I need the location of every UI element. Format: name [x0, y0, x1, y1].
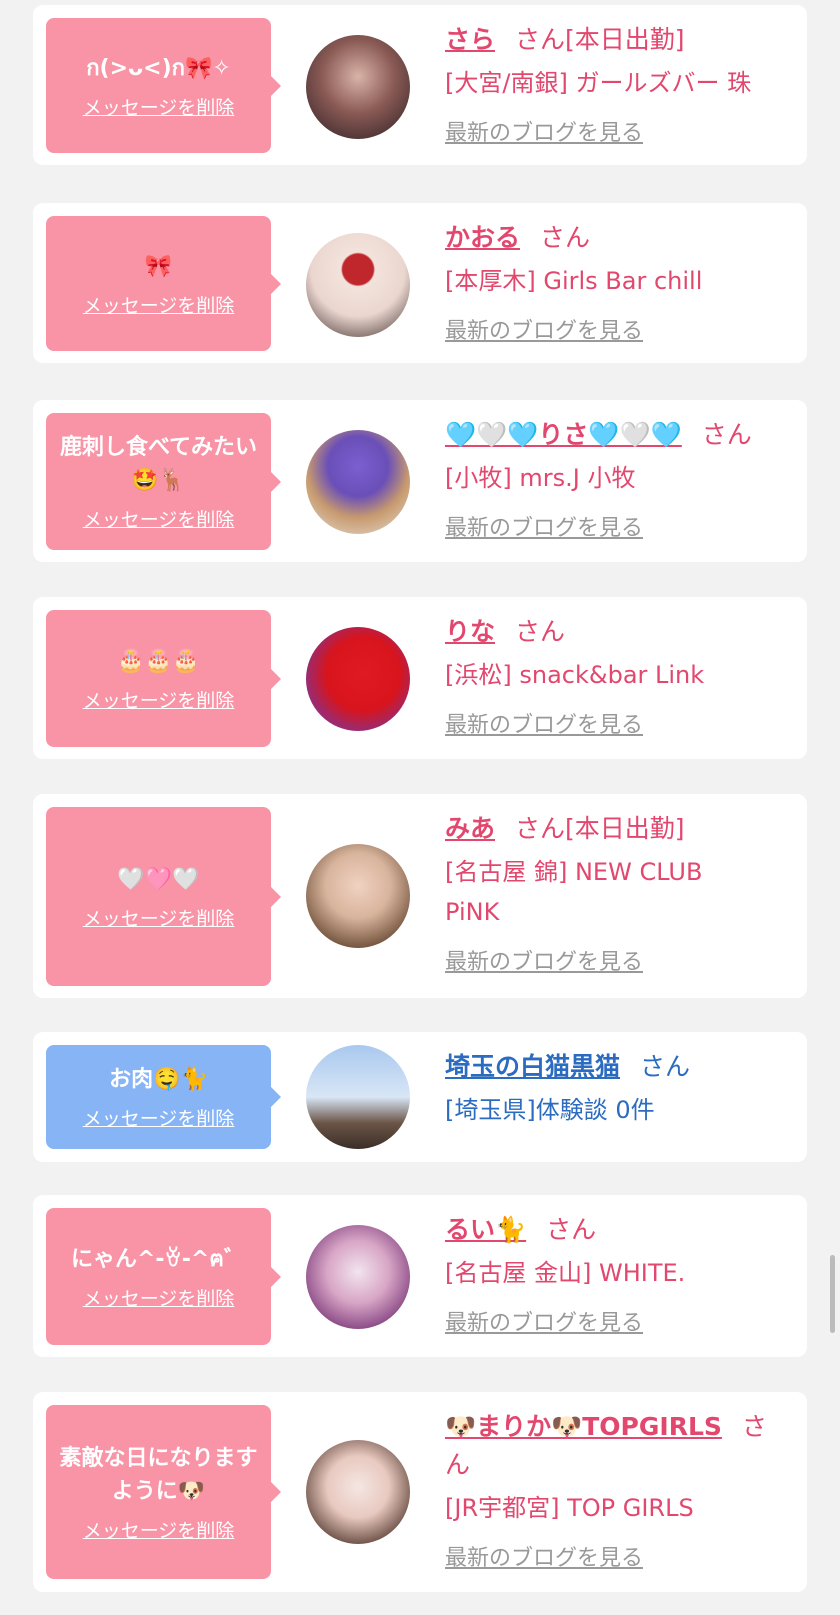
message-text: 鹿刺し食べてみたい🤩🦌 — [59, 435, 258, 493]
delete-message-button[interactable]: メッセージを削除 — [83, 904, 235, 931]
user-name-link[interactable]: 🩵🤍🩵りさ🩵🤍🩵 — [445, 420, 682, 449]
blog-link[interactable]: 最新のブログを見る — [445, 1540, 643, 1572]
blog-link[interactable]: 最新のブログを見る — [445, 313, 643, 345]
status-badge: [本日出勤] — [565, 25, 685, 54]
message-text: 素敵な日になりますように🐶 — [59, 1445, 258, 1504]
scrollbar[interactable] — [830, 1255, 835, 1333]
user-name-link[interactable]: 🐶まりか🐶TOPGIRLS — [445, 1412, 722, 1441]
message-text: お肉🤤🐈 — [109, 1067, 208, 1092]
honorific: さん — [540, 223, 591, 252]
user-name-link[interactable]: みあ — [445, 814, 495, 843]
blog-link[interactable]: 最新のブログを見る — [445, 115, 643, 147]
message-text: にゃん^-ꈊ-^ฅ゛ — [70, 1246, 247, 1272]
message-bubble: にゃん^-ꈊ-^ฅ゛ メッセージを削除 — [46, 1208, 281, 1345]
blog-link[interactable]: 最新のブログを見る — [445, 510, 643, 542]
message-bubble: お肉🤤🐈 メッセージを削除 — [46, 1045, 281, 1149]
delete-message-button[interactable]: メッセージを削除 — [83, 93, 235, 120]
avatar[interactable] — [306, 233, 410, 337]
blog-link[interactable]: 最新のブログを見る — [445, 944, 643, 976]
message-card: にゃん^-ꈊ-^ฅ゛ メッセージを削除 るい🐈 さん [名古屋 金山] WHITE… — [33, 1195, 807, 1357]
delete-message-button[interactable]: メッセージを削除 — [83, 1516, 235, 1543]
shop-info: [名古屋 金山] WHITE. — [445, 1259, 686, 1287]
message-bubble: 🎀 メッセージを削除 — [46, 216, 281, 351]
message-text: 🎀 — [144, 253, 173, 279]
avatar[interactable] — [306, 35, 410, 139]
user-name-link[interactable]: さら — [445, 25, 495, 54]
honorific: さん — [701, 420, 752, 449]
message-card: 鹿刺し食べてみたい🤩🦌 メッセージを削除 🩵🤍🩵りさ🩵🤍🩵 さん [小牧] mrs… — [33, 400, 807, 562]
shop-info: [本厚木] Girls Bar chill — [445, 267, 703, 295]
blog-link[interactable]: 最新のブログを見る — [445, 1305, 643, 1337]
message-card: 🎂🎂🎂 メッセージを削除 りな さん [浜松] snack&bar Link 最新… — [33, 597, 807, 759]
message-card: 素敵な日になりますように🐶 メッセージを削除 🐶まりか🐶TOPGIRLS さん [… — [33, 1392, 807, 1592]
user-name-link[interactable]: かおる — [445, 223, 520, 252]
avatar[interactable] — [306, 627, 410, 731]
avatar[interactable] — [306, 1225, 410, 1329]
avatar[interactable] — [306, 1045, 410, 1149]
delete-message-button[interactable]: メッセージを削除 — [83, 291, 235, 318]
message-card: 🤍🩷🤍 メッセージを削除 みあ さん[本日出勤] [名古屋 錦] NEW CLUB… — [33, 794, 807, 998]
shop-info: [浜松] snack&bar Link — [445, 661, 705, 689]
status-badge: [本日出勤] — [565, 814, 685, 843]
message-card: ก(>ᴗ<)ก🎀✧ メッセージを削除 さら さん[本日出勤] [大宮/南銀] ガー… — [33, 5, 807, 165]
shop-info: [埼玉県]体験談 0件 — [445, 1096, 655, 1124]
message-bubble: 素敵な日になりますように🐶 メッセージを削除 — [46, 1405, 281, 1579]
user-name-link[interactable]: るい🐈 — [445, 1215, 526, 1244]
honorific: さん — [515, 25, 566, 54]
blog-link[interactable]: 最新のブログを見る — [445, 707, 643, 739]
message-text: 🤍🩷🤍 — [117, 866, 200, 892]
message-text: ก(>ᴗ<)ก🎀✧ — [86, 55, 231, 81]
user-name-link[interactable]: りな — [445, 617, 495, 646]
avatar[interactable] — [306, 430, 410, 534]
shop-info: [名古屋 錦] NEW CLUB PiNK — [445, 858, 703, 926]
message-bubble: 🤍🩷🤍 メッセージを削除 — [46, 807, 281, 986]
delete-message-button[interactable]: メッセージを削除 — [83, 686, 235, 713]
honorific: さん — [546, 1215, 597, 1244]
avatar[interactable] — [306, 1440, 410, 1544]
avatar[interactable] — [306, 844, 410, 948]
message-bubble: 鹿刺し食べてみたい🤩🦌 メッセージを削除 — [46, 413, 281, 550]
user-name-link[interactable]: 埼玉の白猫黒猫 — [445, 1052, 620, 1081]
message-card: 🎀 メッセージを削除 かおる さん [本厚木] Girls Bar chill 最… — [33, 203, 807, 363]
message-card: お肉🤤🐈 メッセージを削除 埼玉の白猫黒猫 さん [埼玉県]体験談 0件 — [33, 1032, 807, 1162]
shop-info: [大宮/南銀] ガールズバー 珠 — [445, 69, 752, 97]
message-text: 🎂🎂🎂 — [117, 648, 200, 674]
shop-info: [小牧] mrs.J 小牧 — [445, 464, 636, 492]
delete-message-button[interactable]: メッセージを削除 — [83, 1284, 235, 1311]
honorific: さん — [515, 617, 566, 646]
delete-message-button[interactable]: メッセージを削除 — [83, 1104, 235, 1131]
shop-info: [JR宇都宮] TOP GIRLS — [445, 1494, 694, 1522]
delete-message-button[interactable]: メッセージを削除 — [83, 505, 235, 532]
message-bubble: ก(>ᴗ<)ก🎀✧ メッセージを削除 — [46, 18, 281, 153]
message-bubble: 🎂🎂🎂 メッセージを削除 — [46, 610, 281, 747]
honorific: さん — [640, 1052, 691, 1081]
honorific: さん — [515, 814, 566, 843]
